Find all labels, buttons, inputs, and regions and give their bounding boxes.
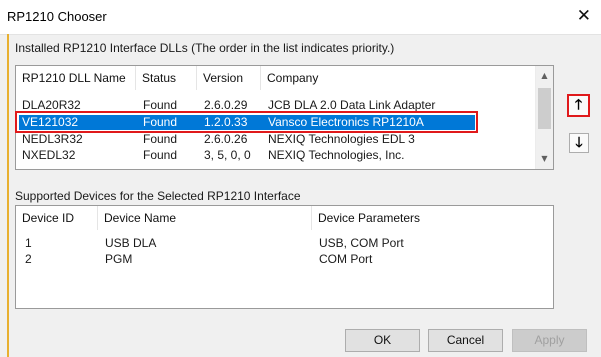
device-parameters: USB, COM Port: [319, 236, 404, 250]
dll-status: Found: [143, 148, 178, 162]
ok-button[interactable]: OK: [345, 329, 420, 352]
dll-name: DLA20R32: [22, 98, 81, 112]
device-parameters: COM Port: [319, 252, 373, 266]
title-bar: RP1210 Chooser ✕: [0, 0, 601, 35]
dll-version: 3, 5, 0, 0: [204, 148, 251, 162]
dll-status: Found: [143, 98, 178, 112]
scroll-up-icon[interactable]: ▲: [536, 71, 553, 80]
col-header-status[interactable]: Status: [136, 66, 197, 90]
device-row[interactable]: 1 USB DLA USB, COM Port: [16, 236, 551, 250]
cancel-button[interactable]: Cancel: [428, 329, 503, 352]
window-title: RP1210 Chooser: [7, 9, 107, 24]
scroll-down-icon[interactable]: ▼: [536, 154, 553, 163]
apply-button[interactable]: Apply: [512, 329, 587, 352]
move-up-button[interactable]: 🡑: [567, 94, 590, 117]
dll-company: JCB DLA 2.0 Data Link Adapter: [268, 98, 436, 112]
window-edge: [7, 34, 9, 357]
col-header-version[interactable]: Version: [197, 66, 261, 90]
dll-name: NEDL3R32: [22, 132, 83, 146]
dll-row[interactable]: DLA20R32 Found 2.6.0.29 JCB DLA 2.0 Data…: [16, 98, 536, 112]
scroll-thumb[interactable]: [538, 88, 551, 129]
dll-version: 2.6.0.26: [204, 132, 248, 146]
device-name: PGM: [105, 252, 133, 266]
dll-company: NEXIQ Technologies EDL 3: [268, 132, 415, 146]
dll-row[interactable]: NEDL3R32 Found 2.6.0.26 NEXIQ Technologi…: [16, 132, 536, 146]
col-header-dll-name[interactable]: RP1210 DLL Name: [16, 66, 136, 90]
col-header-device-parameters[interactable]: Device Parameters: [312, 206, 552, 230]
device-id: 1: [25, 236, 32, 250]
dll-section-label: Installed RP1210 Interface DLLs (The ord…: [15, 41, 395, 55]
arrow-down-icon: 🡓: [575, 135, 583, 151]
device-row[interactable]: 2 PGM COM Port: [16, 252, 551, 266]
device-section-label: Supported Devices for the Selected RP121…: [15, 189, 301, 203]
close-icon[interactable]: ✕: [577, 6, 591, 26]
arrow-up-icon: 🡑: [574, 97, 583, 113]
device-name: USB DLA: [105, 236, 157, 250]
dll-version: 2.6.0.29: [204, 98, 248, 112]
dll-status: Found: [143, 132, 178, 146]
device-id: 2: [25, 252, 32, 266]
device-list[interactable]: Device ID Device Name Device Parameters …: [15, 205, 554, 309]
move-down-button[interactable]: 🡓: [569, 133, 589, 153]
col-header-device-name[interactable]: Device Name: [98, 206, 312, 230]
dll-row[interactable]: NXEDL32 Found 3, 5, 0, 0 NEXIQ Technolog…: [16, 148, 536, 162]
selected-row-highlight: [15, 111, 478, 133]
col-header-device-id[interactable]: Device ID: [16, 206, 98, 230]
col-header-company[interactable]: Company: [261, 66, 536, 90]
dll-company: NEXIQ Technologies, Inc.: [268, 148, 405, 162]
dll-name: NXEDL32: [22, 148, 76, 162]
dll-list-scrollbar[interactable]: ▲ ▼: [535, 66, 553, 169]
